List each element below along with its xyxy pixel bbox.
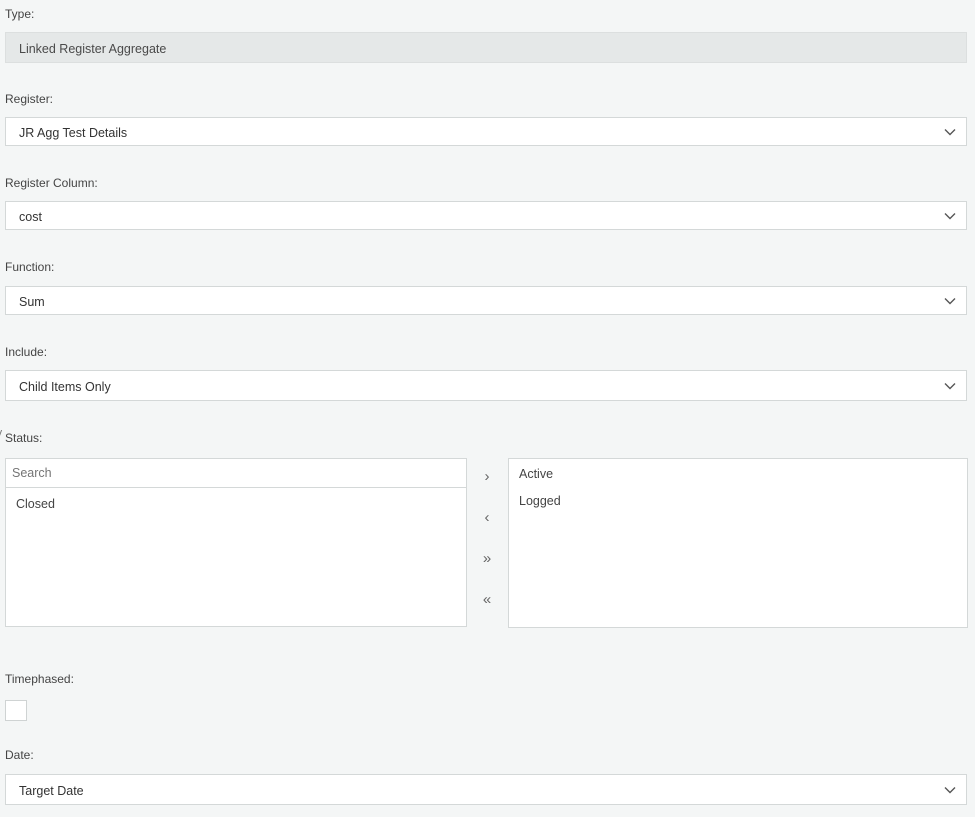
available-list[interactable]: Closed <box>5 488 467 627</box>
move-all-right-button[interactable]: » <box>478 549 496 569</box>
type-field: Linked Register Aggregate <box>5 32 967 63</box>
register-select[interactable]: JR Agg Test Details <box>5 117 967 146</box>
register-value: JR Agg Test Details <box>19 126 128 140</box>
include-label: Include: <box>5 345 48 359</box>
function-value: Sum <box>19 295 45 309</box>
register-column-label: Register Column: <box>5 176 98 190</box>
chevron-down-icon[interactable] <box>944 295 956 307</box>
timephased-checkbox[interactable] <box>5 700 27 721</box>
type-value: Linked Register Aggregate <box>19 42 167 56</box>
register-label: Register: <box>5 92 54 106</box>
chevron-down-icon[interactable] <box>944 380 956 392</box>
move-left-button[interactable]: ‹ <box>478 508 496 528</box>
list-item[interactable]: Closed <box>16 497 55 511</box>
chevron-down-icon[interactable] <box>944 784 956 796</box>
status-search-input[interactable] <box>5 458 467 488</box>
date-label: Date: <box>5 748 34 762</box>
required-marker <box>0 430 5 436</box>
type-label: Type: <box>5 7 35 21</box>
function-select[interactable]: Sum <box>5 286 967 315</box>
selected-list[interactable]: Active Logged <box>508 458 968 628</box>
include-select[interactable]: Child Items Only <box>5 370 967 401</box>
date-value: Target Date <box>19 784 84 798</box>
list-item[interactable]: Active <box>519 467 553 481</box>
move-all-left-button[interactable]: « <box>478 590 496 610</box>
register-column-select[interactable]: cost <box>5 201 967 230</box>
date-select[interactable]: Target Date <box>5 774 967 805</box>
chevron-down-icon[interactable] <box>944 210 956 222</box>
chevron-down-icon[interactable] <box>944 126 956 138</box>
register-column-value: cost <box>19 210 42 224</box>
move-right-button[interactable]: › <box>478 467 496 487</box>
function-label: Function: <box>5 260 55 274</box>
include-value: Child Items Only <box>19 380 111 394</box>
timephased-label: Timephased: <box>5 672 74 686</box>
status-label: Status: <box>5 431 43 445</box>
list-item[interactable]: Logged <box>519 494 561 508</box>
